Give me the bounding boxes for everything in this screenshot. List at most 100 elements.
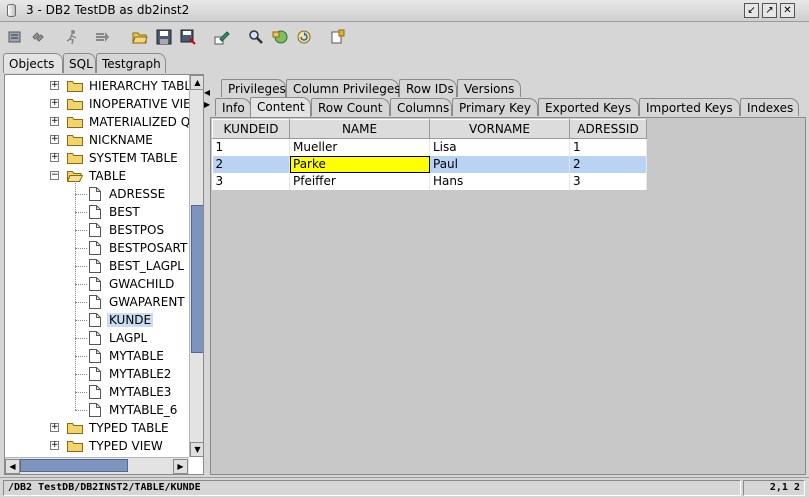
tree-item-table[interactable]: BEST [89, 203, 142, 221]
tab-sql[interactable]: SQL [63, 53, 96, 73]
tree-item-label: BEST_LAGPL [109, 259, 184, 273]
column-header-adressid[interactable]: ADRESSID [569, 119, 647, 139]
tab-content[interactable]: Content [250, 97, 311, 117]
close-icon[interactable]: ✕ [780, 3, 795, 18]
tree-category[interactable]: NICKNAME [67, 131, 155, 149]
tree-category[interactable]: HIERARCHY TABLE [67, 77, 189, 95]
refresh-icon[interactable] [294, 27, 314, 47]
tab-columns[interactable]: Columns [390, 98, 452, 116]
column-header-vorname[interactable]: VORNAME [429, 119, 570, 139]
expand-icon[interactable]: + [50, 99, 59, 108]
tree-category[interactable]: TYPED TABLE [67, 419, 171, 437]
table-icon [89, 349, 101, 363]
expand-icon[interactable]: + [50, 423, 59, 432]
tree-item-table[interactable]: MYTABLE2 [89, 365, 173, 383]
connect-icon[interactable] [5, 27, 25, 47]
tree-category-label: TYPED TABLE [89, 421, 169, 435]
tree-item-table[interactable]: MYTABLE3 [89, 383, 173, 401]
horizontal-scroll-thumb[interactable] [20, 459, 128, 472]
tab-testgraph[interactable]: Testgraph [96, 53, 166, 73]
table-cell[interactable]: 1 [212, 138, 290, 156]
tab-imported-keys[interactable]: Imported Keys [639, 98, 740, 116]
tree-item-table[interactable]: BESTPOSART [89, 239, 189, 257]
tab-objects[interactable]: Objects [3, 53, 63, 73]
tree-connector [75, 410, 87, 411]
table-icon [89, 187, 101, 201]
tree-item-table[interactable]: LAGPL [89, 329, 149, 347]
table-cell-editing[interactable]: Parke [289, 155, 430, 173]
table-cell[interactable]: 3 [212, 172, 290, 190]
bookmark-icon[interactable] [328, 27, 348, 47]
table-cell[interactable]: 3 [569, 172, 647, 190]
step-icon[interactable] [92, 27, 112, 47]
tree-item-table[interactable]: KUNDE [89, 311, 154, 329]
scroll-down-icon[interactable]: ▼ [190, 442, 203, 457]
collapse-icon[interactable]: − [50, 171, 59, 180]
table-cell[interactable]: Mueller [289, 138, 430, 156]
tree-connector [75, 248, 87, 249]
tree-vertical-scrollbar[interactable]: ▲ ▼ [189, 75, 203, 457]
tree-connector [75, 194, 87, 195]
save-icon[interactable] [154, 27, 174, 47]
tree-category[interactable]: SYSTEM TABLE [67, 149, 180, 167]
search-icon[interactable] [246, 27, 266, 47]
tree-category[interactable]: TABLE [67, 167, 128, 185]
table-cell[interactable]: 2 [212, 155, 290, 173]
tree-item-table[interactable]: BESTPOS [89, 221, 166, 239]
tree-item-table[interactable]: BEST_LAGPL [89, 257, 186, 275]
tab-exported-keys[interactable]: Exported Keys [538, 98, 639, 116]
tree-item-table[interactable]: GWACHILD [89, 275, 176, 293]
table-cell[interactable]: 2 [569, 155, 647, 173]
tree-item-table[interactable]: ADRESSE [89, 185, 167, 203]
expand-icon[interactable]: + [50, 441, 59, 450]
tab-versions[interactable]: Versions [457, 79, 521, 97]
table-cell[interactable]: Lisa [429, 138, 570, 156]
tree-item-table[interactable]: GWAPARENT [89, 293, 187, 311]
object-tree-panel: + HIERARCHY TABLE + INOPERATIVE VIEW + MATERI… [4, 74, 204, 475]
run-icon[interactable] [62, 27, 82, 47]
tree-category[interactable]: TYPED VIEW [67, 437, 165, 455]
tab-privileges[interactable]: Privileges [221, 79, 286, 97]
tab-row-ids[interactable]: Row IDs [399, 79, 457, 97]
column-header-kundeid[interactable]: KUNDEID [212, 119, 290, 139]
tab-info[interactable]: Info [215, 98, 251, 116]
table-cell[interactable]: 1 [569, 138, 647, 156]
expand-icon[interactable]: + [50, 135, 59, 144]
table-row[interactable]: 3 Pfeiffer Hans 3 [212, 172, 647, 190]
open-folder-icon[interactable] [130, 27, 150, 47]
edit-icon[interactable] [212, 27, 232, 47]
tab-indexes[interactable]: Indexes [740, 98, 799, 116]
table-cell[interactable]: Hans [429, 172, 570, 190]
tree-connector [75, 230, 87, 231]
scroll-left-icon[interactable]: ◀ [5, 459, 20, 474]
vertical-scroll-thumb[interactable] [191, 205, 203, 353]
save-as-icon[interactable] [178, 27, 198, 47]
tab-primary-key[interactable]: Primary Key [452, 98, 538, 116]
scroll-up-icon[interactable]: ▲ [190, 75, 203, 90]
scroll-right-icon[interactable]: ▶ [173, 459, 188, 474]
expand-icon[interactable]: + [50, 81, 59, 90]
table-row-selected[interactable]: 2 Parke Paul 2 [212, 155, 647, 173]
table-row[interactable]: 1 Mueller Lisa 1 [212, 138, 647, 156]
tree-item-label: BESTPOS [109, 223, 165, 237]
expand-icon[interactable]: + [50, 117, 59, 126]
tree-item-table[interactable]: MYTABLE [89, 347, 166, 365]
table-cell[interactable]: Paul [429, 155, 570, 173]
column-header-name[interactable]: NAME [289, 119, 430, 139]
minimize-icon[interactable]: ↙ [744, 3, 759, 18]
expand-icon[interactable]: + [50, 153, 59, 162]
tab-row-count[interactable]: Row Count [311, 98, 390, 116]
export-icon[interactable] [270, 27, 290, 47]
tree-item-table[interactable]: MYTABLE_6 [89, 401, 179, 419]
table-cell[interactable]: Pfeiffer [289, 172, 430, 190]
maximize-icon[interactable]: ↗ [762, 3, 777, 18]
tree-category[interactable]: INOPERATIVE VIEW [67, 95, 189, 113]
folder-icon [67, 135, 83, 146]
tree-horizontal-scrollbar[interactable]: ◀ ▶ [5, 457, 189, 474]
tab-column-privileges[interactable]: Column Privileges [286, 79, 400, 97]
tree-item-label: ADRESSE [109, 187, 166, 201]
tree-item-label: MYTABLE [109, 349, 164, 363]
tree-category[interactable]: MATERIALIZED QUERY [67, 113, 189, 131]
tree-category-label: MATERIALIZED QUERY [89, 115, 189, 129]
disconnect-icon[interactable] [28, 27, 48, 47]
